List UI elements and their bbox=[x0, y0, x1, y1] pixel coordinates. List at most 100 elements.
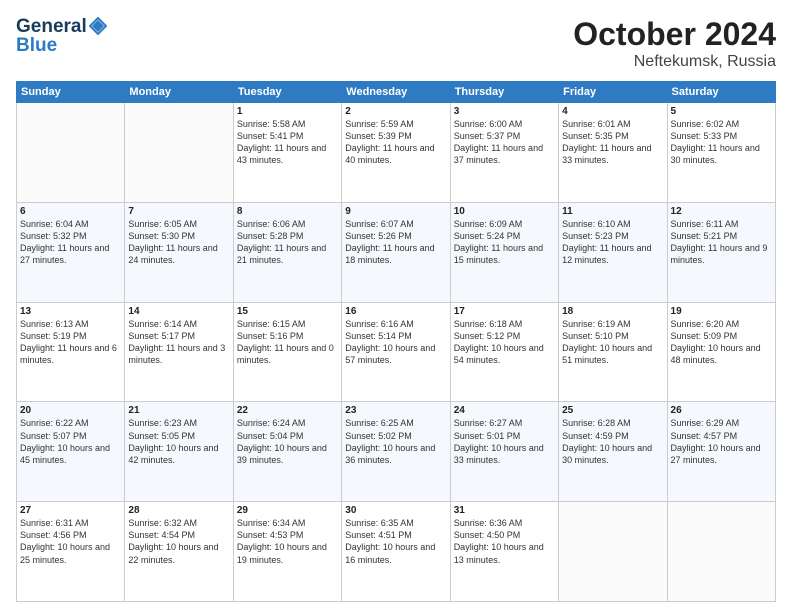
calendar-week-3: 13Sunrise: 6:13 AM Sunset: 5:19 PM Dayli… bbox=[17, 302, 776, 402]
day-number: 22 bbox=[237, 405, 338, 416]
day-number: 9 bbox=[345, 206, 446, 217]
calendar-table: SundayMondayTuesdayWednesdayThursdayFrid… bbox=[16, 81, 776, 602]
day-info: Sunrise: 5:59 AM Sunset: 5:39 PM Dayligh… bbox=[345, 118, 446, 167]
calendar-cell: 23Sunrise: 6:25 AM Sunset: 5:02 PM Dayli… bbox=[342, 402, 450, 502]
day-info: Sunrise: 6:18 AM Sunset: 5:12 PM Dayligh… bbox=[454, 318, 555, 367]
day-number: 18 bbox=[562, 306, 663, 317]
day-number: 29 bbox=[237, 505, 338, 516]
calendar-cell: 11Sunrise: 6:10 AM Sunset: 5:23 PM Dayli… bbox=[559, 202, 667, 302]
calendar-cell: 19Sunrise: 6:20 AM Sunset: 5:09 PM Dayli… bbox=[667, 302, 775, 402]
day-info: Sunrise: 6:31 AM Sunset: 4:56 PM Dayligh… bbox=[20, 517, 121, 566]
calendar-cell: 21Sunrise: 6:23 AM Sunset: 5:05 PM Dayli… bbox=[125, 402, 233, 502]
calendar-cell: 18Sunrise: 6:19 AM Sunset: 5:10 PM Dayli… bbox=[559, 302, 667, 402]
calendar-cell bbox=[17, 103, 125, 203]
day-number: 7 bbox=[128, 206, 229, 217]
day-number: 28 bbox=[128, 505, 229, 516]
calendar-header-wednesday: Wednesday bbox=[342, 82, 450, 103]
day-info: Sunrise: 6:34 AM Sunset: 4:53 PM Dayligh… bbox=[237, 517, 338, 566]
day-number: 27 bbox=[20, 505, 121, 516]
calendar-week-2: 6Sunrise: 6:04 AM Sunset: 5:32 PM Daylig… bbox=[17, 202, 776, 302]
day-info: Sunrise: 6:11 AM Sunset: 5:21 PM Dayligh… bbox=[671, 218, 772, 267]
calendar-cell: 6Sunrise: 6:04 AM Sunset: 5:32 PM Daylig… bbox=[17, 202, 125, 302]
day-info: Sunrise: 6:05 AM Sunset: 5:30 PM Dayligh… bbox=[128, 218, 229, 267]
calendar-cell bbox=[125, 103, 233, 203]
calendar-cell bbox=[667, 502, 775, 602]
day-info: Sunrise: 6:16 AM Sunset: 5:14 PM Dayligh… bbox=[345, 318, 446, 367]
day-info: Sunrise: 6:35 AM Sunset: 4:51 PM Dayligh… bbox=[345, 517, 446, 566]
day-number: 23 bbox=[345, 405, 446, 416]
day-number: 20 bbox=[20, 405, 121, 416]
calendar-cell: 13Sunrise: 6:13 AM Sunset: 5:19 PM Dayli… bbox=[17, 302, 125, 402]
calendar-cell: 16Sunrise: 6:16 AM Sunset: 5:14 PM Dayli… bbox=[342, 302, 450, 402]
day-number: 30 bbox=[345, 505, 446, 516]
main-container: General Blue October 2024 Neftekumsk, Ru… bbox=[0, 0, 792, 612]
calendar-cell: 14Sunrise: 6:14 AM Sunset: 5:17 PM Dayli… bbox=[125, 302, 233, 402]
calendar-cell: 15Sunrise: 6:15 AM Sunset: 5:16 PM Dayli… bbox=[233, 302, 341, 402]
calendar-header-tuesday: Tuesday bbox=[233, 82, 341, 103]
day-number: 21 bbox=[128, 405, 229, 416]
logo-blue: Blue bbox=[16, 35, 57, 57]
calendar-cell: 7Sunrise: 6:05 AM Sunset: 5:30 PM Daylig… bbox=[125, 202, 233, 302]
day-info: Sunrise: 6:22 AM Sunset: 5:07 PM Dayligh… bbox=[20, 417, 121, 466]
calendar-week-1: 1Sunrise: 5:58 AM Sunset: 5:41 PM Daylig… bbox=[17, 103, 776, 203]
logo-icon bbox=[89, 17, 107, 35]
day-info: Sunrise: 6:19 AM Sunset: 5:10 PM Dayligh… bbox=[562, 318, 663, 367]
day-number: 31 bbox=[454, 505, 555, 516]
day-info: Sunrise: 6:07 AM Sunset: 5:26 PM Dayligh… bbox=[345, 218, 446, 267]
day-info: Sunrise: 6:20 AM Sunset: 5:09 PM Dayligh… bbox=[671, 318, 772, 367]
day-info: Sunrise: 6:24 AM Sunset: 5:04 PM Dayligh… bbox=[237, 417, 338, 466]
day-info: Sunrise: 6:15 AM Sunset: 5:16 PM Dayligh… bbox=[237, 318, 338, 367]
day-number: 3 bbox=[454, 106, 555, 117]
day-number: 16 bbox=[345, 306, 446, 317]
day-info: Sunrise: 6:00 AM Sunset: 5:37 PM Dayligh… bbox=[454, 118, 555, 167]
calendar-header-saturday: Saturday bbox=[667, 82, 775, 103]
calendar-cell: 20Sunrise: 6:22 AM Sunset: 5:07 PM Dayli… bbox=[17, 402, 125, 502]
calendar-cell: 29Sunrise: 6:34 AM Sunset: 4:53 PM Dayli… bbox=[233, 502, 341, 602]
calendar-week-4: 20Sunrise: 6:22 AM Sunset: 5:07 PM Dayli… bbox=[17, 402, 776, 502]
calendar-cell: 12Sunrise: 6:11 AM Sunset: 5:21 PM Dayli… bbox=[667, 202, 775, 302]
day-info: Sunrise: 6:04 AM Sunset: 5:32 PM Dayligh… bbox=[20, 218, 121, 267]
calendar-cell: 8Sunrise: 6:06 AM Sunset: 5:28 PM Daylig… bbox=[233, 202, 341, 302]
day-info: Sunrise: 6:28 AM Sunset: 4:59 PM Dayligh… bbox=[562, 417, 663, 466]
day-number: 26 bbox=[671, 405, 772, 416]
calendar-cell: 26Sunrise: 6:29 AM Sunset: 4:57 PM Dayli… bbox=[667, 402, 775, 502]
calendar-header-row: SundayMondayTuesdayWednesdayThursdayFrid… bbox=[17, 82, 776, 103]
title-section: October 2024 Neftekumsk, Russia bbox=[573, 16, 776, 71]
day-number: 8 bbox=[237, 206, 338, 217]
day-info: Sunrise: 6:10 AM Sunset: 5:23 PM Dayligh… bbox=[562, 218, 663, 267]
day-number: 4 bbox=[562, 106, 663, 117]
location: Neftekumsk, Russia bbox=[573, 53, 776, 71]
day-number: 25 bbox=[562, 405, 663, 416]
day-number: 11 bbox=[562, 206, 663, 217]
calendar-header-friday: Friday bbox=[559, 82, 667, 103]
day-info: Sunrise: 6:23 AM Sunset: 5:05 PM Dayligh… bbox=[128, 417, 229, 466]
calendar-week-5: 27Sunrise: 6:31 AM Sunset: 4:56 PM Dayli… bbox=[17, 502, 776, 602]
day-info: Sunrise: 6:29 AM Sunset: 4:57 PM Dayligh… bbox=[671, 417, 772, 466]
calendar-cell: 24Sunrise: 6:27 AM Sunset: 5:01 PM Dayli… bbox=[450, 402, 558, 502]
day-number: 10 bbox=[454, 206, 555, 217]
day-info: Sunrise: 6:02 AM Sunset: 5:33 PM Dayligh… bbox=[671, 118, 772, 167]
day-info: Sunrise: 6:27 AM Sunset: 5:01 PM Dayligh… bbox=[454, 417, 555, 466]
day-number: 19 bbox=[671, 306, 772, 317]
day-number: 13 bbox=[20, 306, 121, 317]
header: General Blue October 2024 Neftekumsk, Ru… bbox=[16, 16, 776, 71]
calendar-cell: 4Sunrise: 6:01 AM Sunset: 5:35 PM Daylig… bbox=[559, 103, 667, 203]
day-info: Sunrise: 5:58 AM Sunset: 5:41 PM Dayligh… bbox=[237, 118, 338, 167]
day-number: 2 bbox=[345, 106, 446, 117]
day-number: 6 bbox=[20, 206, 121, 217]
calendar-header-thursday: Thursday bbox=[450, 82, 558, 103]
calendar-cell: 10Sunrise: 6:09 AM Sunset: 5:24 PM Dayli… bbox=[450, 202, 558, 302]
calendar-cell: 30Sunrise: 6:35 AM Sunset: 4:51 PM Dayli… bbox=[342, 502, 450, 602]
day-info: Sunrise: 6:32 AM Sunset: 4:54 PM Dayligh… bbox=[128, 517, 229, 566]
calendar-cell: 2Sunrise: 5:59 AM Sunset: 5:39 PM Daylig… bbox=[342, 103, 450, 203]
day-number: 14 bbox=[128, 306, 229, 317]
day-info: Sunrise: 6:25 AM Sunset: 5:02 PM Dayligh… bbox=[345, 417, 446, 466]
calendar-cell bbox=[559, 502, 667, 602]
calendar-cell: 17Sunrise: 6:18 AM Sunset: 5:12 PM Dayli… bbox=[450, 302, 558, 402]
calendar-cell: 25Sunrise: 6:28 AM Sunset: 4:59 PM Dayli… bbox=[559, 402, 667, 502]
day-number: 12 bbox=[671, 206, 772, 217]
day-info: Sunrise: 6:13 AM Sunset: 5:19 PM Dayligh… bbox=[20, 318, 121, 367]
day-info: Sunrise: 6:06 AM Sunset: 5:28 PM Dayligh… bbox=[237, 218, 338, 267]
day-info: Sunrise: 6:36 AM Sunset: 4:50 PM Dayligh… bbox=[454, 517, 555, 566]
calendar-header-monday: Monday bbox=[125, 82, 233, 103]
